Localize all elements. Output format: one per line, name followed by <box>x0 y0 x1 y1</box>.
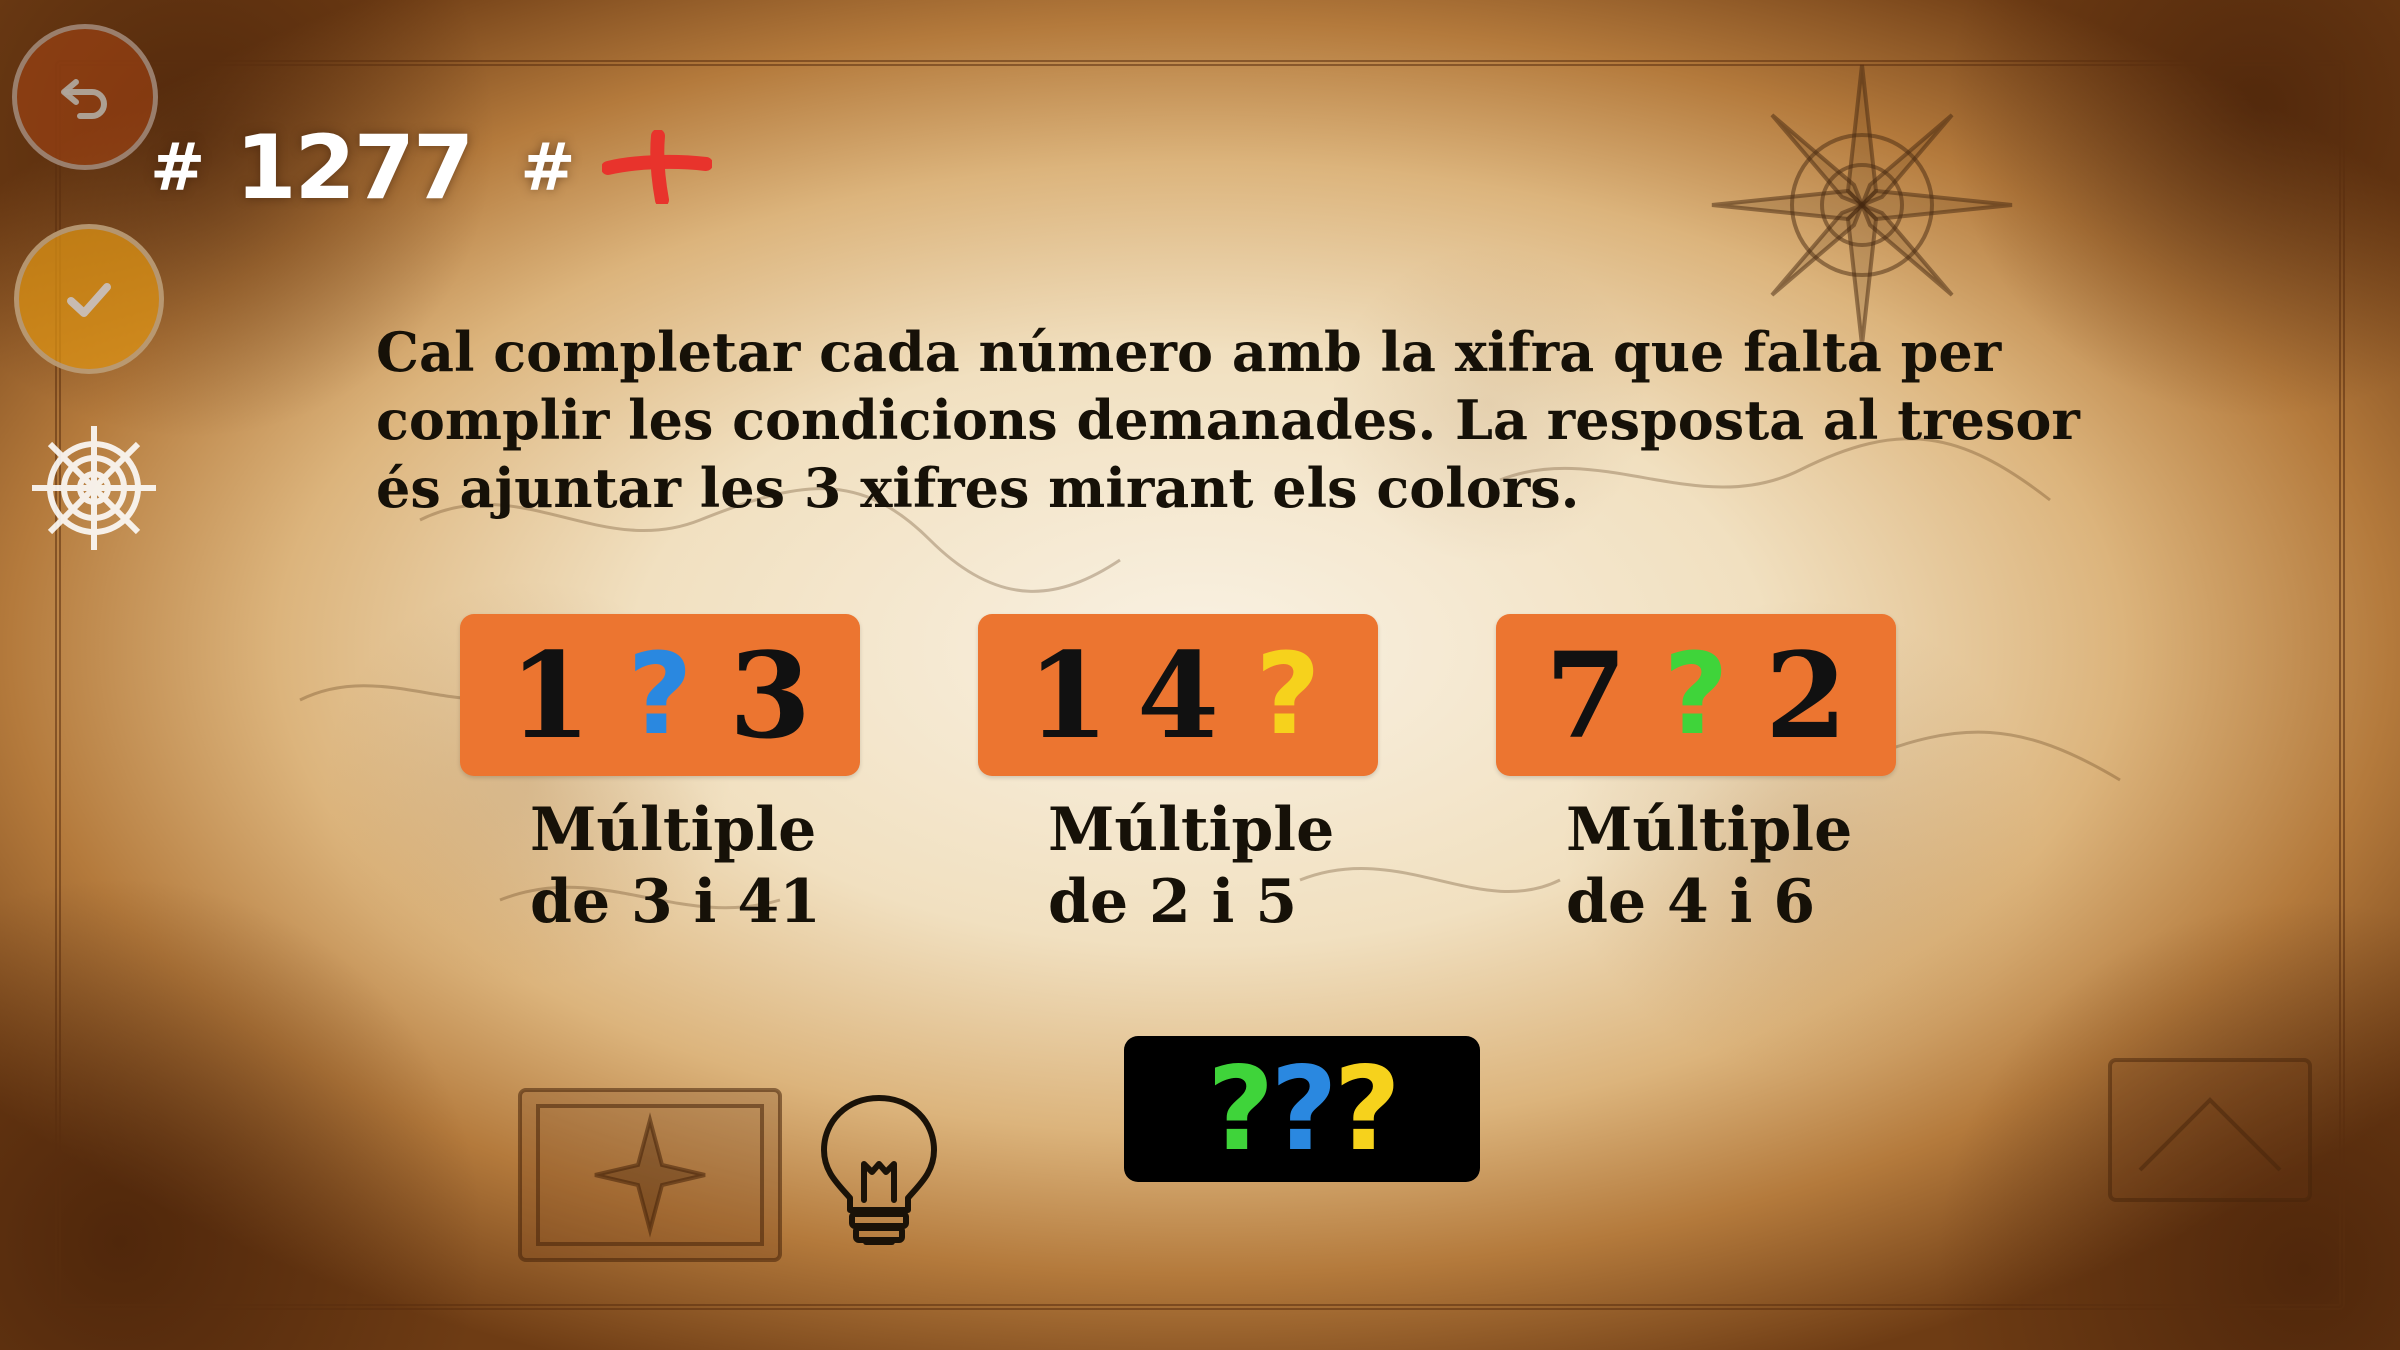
level-indicator: # 1277 # <box>150 112 712 222</box>
condition-text: Múltiple de 3 i 41 <box>530 794 860 938</box>
level-suffix: # <box>520 128 576 206</box>
undo-arrow-icon <box>61 79 107 119</box>
checkmark-icon <box>67 283 111 317</box>
instructions-text: Cal completar cada número amb la xifra q… <box>376 320 2080 520</box>
condition-line-2: de 4 i 6 <box>1566 867 1816 937</box>
puzzle-card-2: 1 4 ? Múltiple de 2 i 5 <box>978 614 1378 938</box>
compass-rose-decoration <box>1711 64 2013 346</box>
red-cross-icon <box>601 130 712 204</box>
condition-line-2: de 2 i 5 <box>1048 867 1298 937</box>
puzzle-card-3: 7 ? 2 Múltiple de 4 i 6 <box>1496 614 1896 938</box>
level-number: 1277 <box>235 115 474 219</box>
digit: 1 <box>508 625 592 765</box>
digit: 7 <box>1544 625 1628 765</box>
answer-input-box[interactable]: ? ? ? <box>1124 1036 1480 1182</box>
puzzle-card-1: 1 ? 3 Múltiple de 3 i 41 <box>460 614 860 938</box>
answer-slot-3: ? <box>1333 1041 1401 1177</box>
answer-slot-1: ? <box>1207 1041 1274 1177</box>
digit: 3 <box>728 625 812 765</box>
missing-digit: ? <box>627 630 693 760</box>
hint-button[interactable] <box>814 1090 944 1250</box>
game-screen: # 1277 # Cal completar cada número amb l… <box>0 0 2400 1350</box>
condition-line-1: Múltiple <box>1566 795 1853 865</box>
digit: 4 <box>1136 625 1220 765</box>
ship-wheel-icon <box>32 426 156 550</box>
condition-line-1: Múltiple <box>530 795 817 865</box>
lightbulb-icon <box>821 1095 937 1245</box>
condition-text: Múltiple de 4 i 6 <box>1566 794 1896 938</box>
digit: 1 <box>1026 625 1110 765</box>
number-box: 1 ? 3 <box>460 614 860 776</box>
back-button[interactable] <box>12 24 158 170</box>
check-button[interactable] <box>14 224 164 374</box>
condition-line-2: de 3 i 41 <box>530 867 821 937</box>
ornament-panel-decoration <box>2108 1058 2312 1202</box>
ornament-box-decoration <box>518 1088 782 1262</box>
level-prefix: # <box>150 128 206 206</box>
number-box: 1 4 ? <box>978 614 1378 776</box>
answer-slot-2: ? <box>1270 1041 1337 1177</box>
missing-digit: ? <box>1255 630 1321 760</box>
condition-line-1: Múltiple <box>1048 795 1335 865</box>
number-box: 7 ? 2 <box>1496 614 1896 776</box>
condition-text: Múltiple de 2 i 5 <box>1048 794 1378 938</box>
settings-wheel-button[interactable] <box>26 420 162 556</box>
digit: 2 <box>1764 625 1848 765</box>
missing-digit: ? <box>1663 630 1729 760</box>
